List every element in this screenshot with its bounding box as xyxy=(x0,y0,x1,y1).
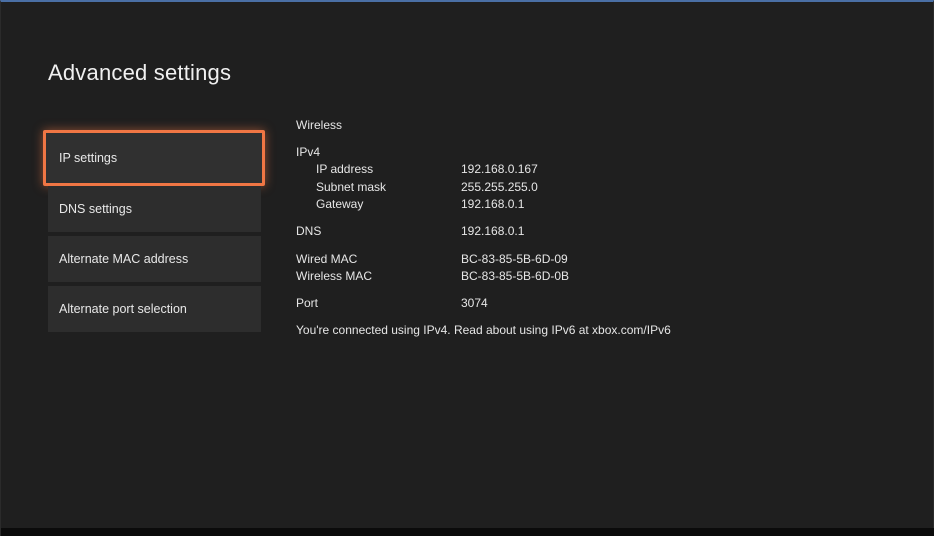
ip-address-value: 192.168.0.167 xyxy=(461,162,538,176)
dns-label: DNS xyxy=(296,224,322,238)
bottom-bar xyxy=(1,528,934,536)
settings-screen: Advanced settings IP settings DNS settin… xyxy=(0,0,934,536)
wireless-mac-value: BC-83-85-5B-6D-0B xyxy=(461,269,570,283)
wired-mac-value: BC-83-85-5B-6D-09 xyxy=(461,252,568,266)
ipv6-info-note: You're connected using IPv4. Read about … xyxy=(296,323,671,337)
menu-item-alternate-port-selection[interactable]: Alternate port selection xyxy=(48,286,261,332)
gateway-label: Gateway xyxy=(316,197,364,211)
wired-mac-label: Wired MAC xyxy=(296,252,358,266)
dns-value: 192.168.0.1 xyxy=(461,224,525,238)
wireless-mac-label: Wireless MAC xyxy=(296,269,373,283)
port-value: 3074 xyxy=(461,296,488,310)
ip-address-label: IP address xyxy=(316,162,374,176)
menu-item-ip-settings[interactable]: IP settings xyxy=(43,130,265,186)
subnet-mask-label: Subnet mask xyxy=(316,180,387,194)
connection-type: Wireless xyxy=(296,118,343,132)
port-label: Port xyxy=(296,296,319,310)
subnet-mask-value: 255.255.255.0 xyxy=(461,180,538,194)
ipv4-heading: IPv4 xyxy=(296,145,321,159)
menu-item-dns-settings[interactable]: DNS settings xyxy=(48,186,261,232)
gateway-value: 192.168.0.1 xyxy=(461,197,525,211)
menu-item-alternate-mac-address[interactable]: Alternate MAC address xyxy=(48,236,261,282)
page-title: Advanced settings xyxy=(48,60,232,85)
